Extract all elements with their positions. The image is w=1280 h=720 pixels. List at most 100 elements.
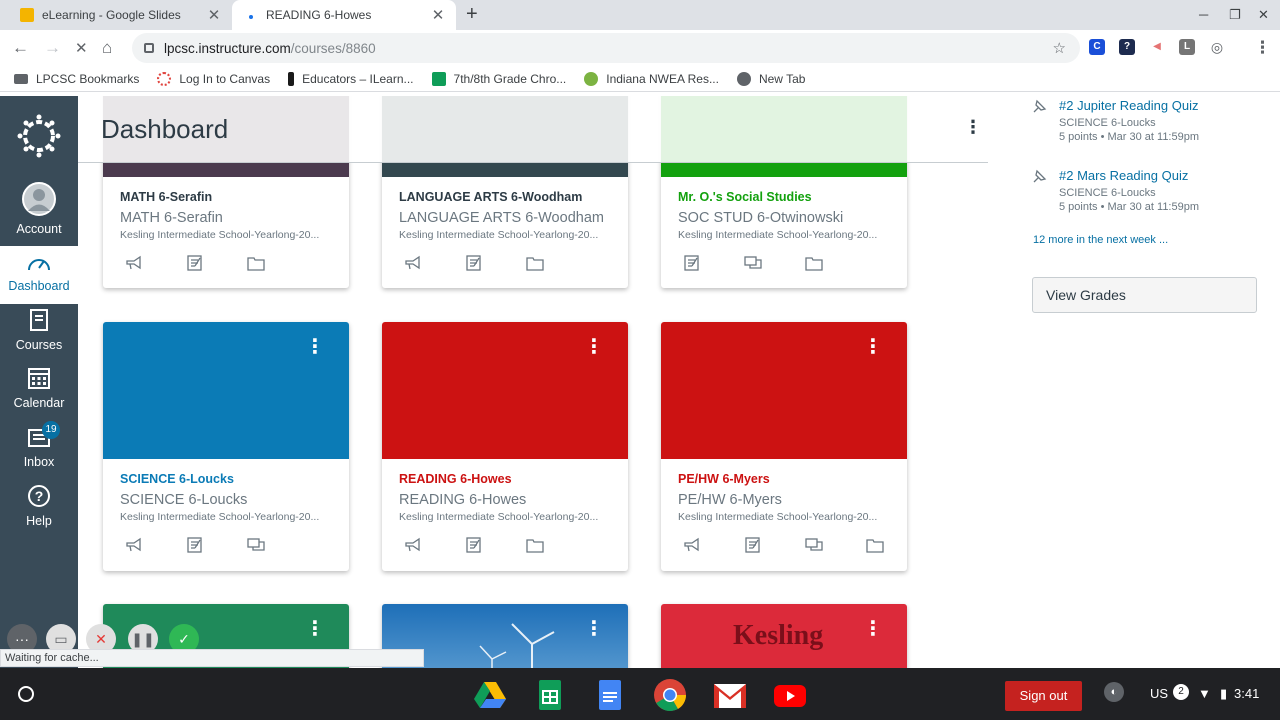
nav-calendar[interactable]: Calendar — [0, 366, 78, 410]
nav-account[interactable]: Account — [0, 182, 78, 236]
extension-l-icon[interactable]: L — [1179, 39, 1195, 55]
bookmark-nwea[interactable]: Indiana NWEA Res... — [584, 71, 719, 86]
card-options-icon[interactable]: ⋮ — [584, 619, 604, 639]
announcements-icon[interactable] — [125, 537, 143, 553]
nav-help[interactable]: ? Help — [0, 484, 78, 528]
files-icon[interactable] — [805, 255, 823, 271]
canvas-icon — [157, 71, 172, 86]
notification-count[interactable]: 2 — [1173, 684, 1189, 700]
discussions-icon[interactable] — [744, 255, 762, 271]
new-tab-button[interactable]: + — [466, 3, 478, 26]
announcements-icon[interactable] — [683, 537, 701, 553]
course-card-pe-hw[interactable]: ⋮ PE/HW 6-Myers PE/HW 6-Myers Kesling In… — [661, 322, 907, 571]
announcements-icon[interactable] — [125, 255, 143, 271]
bookmark-star-icon[interactable]: ☆ — [1053, 39, 1066, 57]
stop-icon[interactable]: ✕ — [75, 39, 88, 57]
more-todo-link[interactable]: 12 more in the next week ... — [1033, 234, 1168, 246]
screencastify-icon[interactable]: ◀ — [1149, 39, 1165, 55]
bookmark-educators[interactable]: Educators – ILearn... — [288, 71, 414, 86]
nav-inbox[interactable]: 19 Inbox — [0, 421, 78, 469]
wifi-icon[interactable]: ▼ — [1198, 686, 1211, 701]
todo-title[interactable]: #2 Mars Reading Quiz — [1059, 168, 1199, 183]
dashboard-options-icon[interactable]: ⋮ — [964, 118, 982, 136]
card-course-code[interactable]: SCIENCE 6-Loucks — [120, 472, 234, 486]
bookmark-canvas[interactable]: Log In to Canvas — [157, 71, 270, 86]
bookmark-chronicle[interactable]: 7th/8th Grade Chro... — [431, 71, 566, 86]
minimize-button[interactable]: ─ — [1199, 7, 1208, 22]
course-card-reading[interactable]: ⋮ READING 6-Howes READING 6-Howes Keslin… — [382, 322, 628, 571]
extension-c-icon[interactable]: C — [1089, 39, 1105, 55]
bookmark-label: New Tab — [758, 71, 806, 86]
card-course-code[interactable]: PE/HW 6-Myers — [678, 472, 770, 486]
youtube-icon[interactable] — [773, 680, 807, 710]
courses-icon — [30, 309, 48, 331]
todo-item[interactable]: #2 Mars Reading Quiz SCIENCE 6-Loucks 5 … — [1032, 168, 1199, 213]
accessibility-icon[interactable]: ◐ — [1104, 682, 1124, 702]
discussions-icon[interactable] — [805, 537, 823, 553]
todo-meta: 5 points • Mar 30 at 11:59pm — [1059, 131, 1200, 143]
course-card[interactable]: Kesling ⋮ — [661, 604, 907, 668]
nwea-icon — [584, 71, 599, 86]
files-icon[interactable] — [526, 255, 544, 271]
assignments-icon[interactable] — [186, 255, 204, 271]
assignments-icon[interactable] — [465, 255, 483, 271]
nav-dashboard[interactable]: Dashboard — [0, 246, 78, 304]
chrome-icon[interactable] — [653, 679, 687, 712]
tab-google-slides[interactable]: eLearning - Google Slides ✕ — [8, 0, 232, 30]
card-course-code[interactable]: MATH 6-Serafin — [120, 190, 212, 204]
battery-icon[interactable]: ▮ — [1220, 686, 1227, 702]
google-sheets-icon[interactable] — [533, 680, 567, 710]
files-icon[interactable] — [247, 255, 265, 271]
address-bar[interactable]: lpcsc.instructure.com /courses/8860 ☆ — [132, 33, 1080, 63]
sign-out-button[interactable]: Sign out — [1005, 681, 1082, 711]
files-icon[interactable] — [866, 537, 884, 553]
bookmark-lpcsc[interactable]: LPCSC Bookmarks — [14, 72, 139, 86]
gmail-icon[interactable] — [713, 680, 747, 710]
clock[interactable]: 3:41 — [1234, 686, 1259, 701]
assignments-icon[interactable] — [465, 537, 483, 553]
close-icon[interactable]: ✕ — [206, 6, 222, 24]
card-options-icon[interactable]: ⋮ — [305, 337, 325, 357]
extension-icon[interactable]: ? — [1119, 39, 1135, 55]
close-window-button[interactable]: ✕ — [1258, 7, 1269, 23]
main-content: Dashboard ⋮ MATH 6-Serafin MATH 6-Serafi… — [78, 96, 1280, 668]
files-icon[interactable] — [526, 537, 544, 553]
tab-reading[interactable]: READING 6-Howes ✕ — [232, 0, 456, 30]
canvas-logo[interactable] — [0, 114, 78, 161]
card-options-icon[interactable]: ⋮ — [863, 337, 883, 357]
card-options-icon[interactable]: ⋮ — [863, 619, 883, 639]
svg-text:?: ? — [35, 488, 44, 504]
assignments-icon[interactable] — [186, 537, 204, 553]
bookmark-newtab[interactable]: New Tab — [736, 71, 806, 86]
card-course-code[interactable]: READING 6-Howes — [399, 472, 512, 486]
card-course-name: SOC STUD 6-Otwinowski — [678, 210, 844, 226]
assignments-icon[interactable] — [683, 255, 701, 271]
announcements-icon[interactable] — [404, 255, 422, 271]
os-shelf: Sign out ◐ US 2 ▼ ▮ 3:41 — [0, 668, 1280, 720]
card-options-icon[interactable]: ⋮ — [584, 337, 604, 357]
google-drive-icon[interactable] — [473, 680, 507, 710]
assignments-icon[interactable] — [744, 537, 762, 553]
course-card-science[interactable]: ⋮ SCIENCE 6-Loucks SCIENCE 6-Loucks Kesl… — [103, 322, 349, 571]
keyboard-locale[interactable]: US — [1150, 686, 1168, 701]
discussions-icon[interactable] — [247, 537, 265, 553]
card-course-code[interactable]: LANGUAGE ARTS 6-Woodham — [399, 190, 582, 204]
back-icon[interactable]: ← — [12, 38, 29, 58]
card-options-icon[interactable]: ⋮ — [305, 619, 325, 639]
card-course-code[interactable]: Mr. O.'s Social Studies — [678, 190, 812, 204]
view-grades-button[interactable]: View Grades — [1032, 277, 1257, 313]
restore-button[interactable]: ❐ — [1229, 7, 1241, 23]
close-icon[interactable]: ✕ — [430, 6, 446, 24]
google-docs-icon[interactable] — [593, 680, 627, 710]
todo-item[interactable]: #2 Jupiter Reading Quiz SCIENCE 6-Loucks… — [1032, 98, 1199, 143]
extension-ring-icon[interactable]: ◎ — [1209, 39, 1225, 55]
chrome-menu-icon[interactable]: ⋮ — [1254, 38, 1271, 58]
launcher-icon[interactable] — [18, 686, 34, 702]
bookmark-label: Indiana NWEA Res... — [606, 71, 719, 86]
nav-courses[interactable]: Courses — [0, 308, 78, 352]
nav-label: Inbox — [23, 455, 55, 469]
announcements-icon[interactable] — [404, 537, 422, 553]
home-icon[interactable]: ⌂ — [102, 38, 112, 58]
todo-title[interactable]: #2 Jupiter Reading Quiz — [1059, 98, 1199, 113]
forward-icon[interactable]: → — [44, 38, 61, 58]
